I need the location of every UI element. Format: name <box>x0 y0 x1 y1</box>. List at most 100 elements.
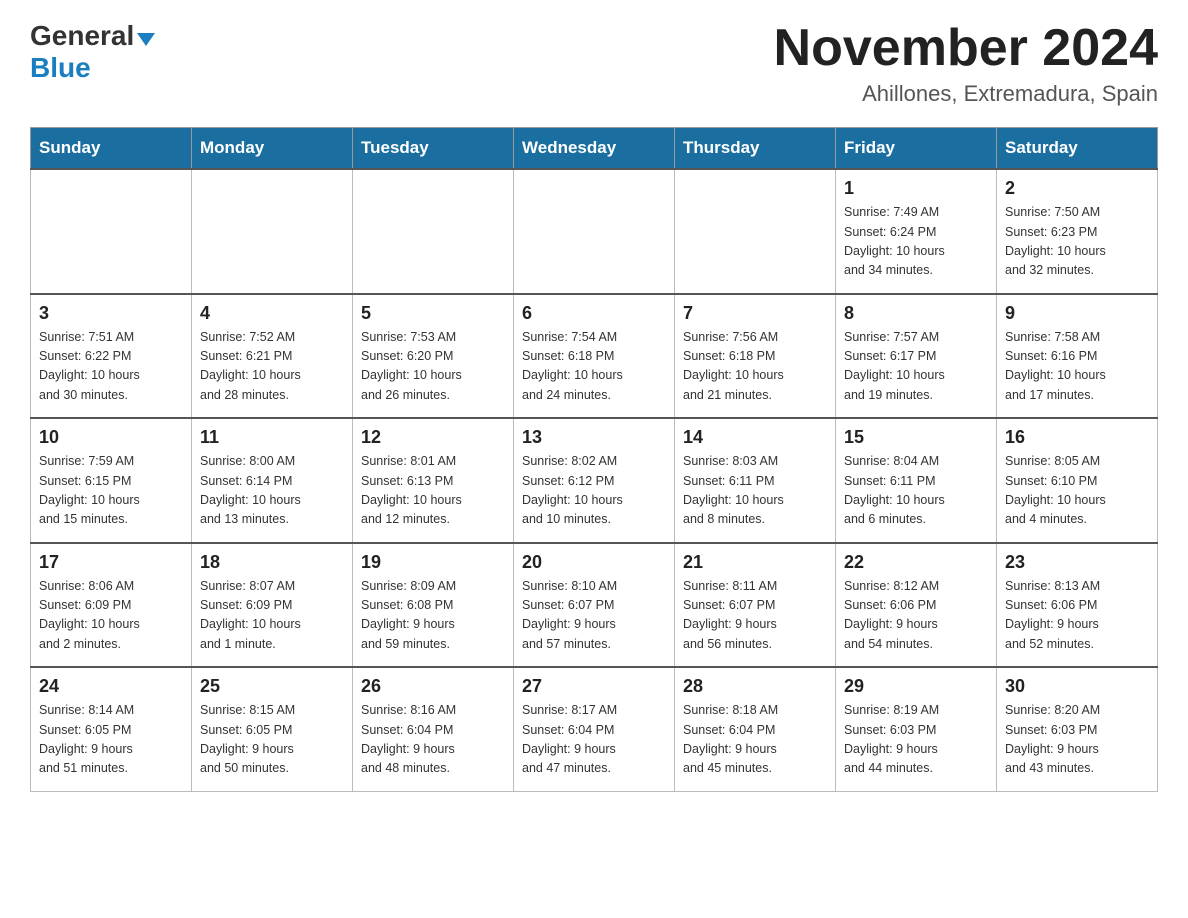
week-row-4: 17 Sunrise: 8:06 AMSunset: 6:09 PMDayligh… <box>31 543 1158 668</box>
day-info-9: Sunrise: 7:58 AMSunset: 6:16 PMDaylight:… <box>1005 328 1149 406</box>
day-cell-27: 27Sunrise: 8:17 AMSunset: 6:04 PMDayligh… <box>514 667 675 791</box>
day-number-6: 6 <box>522 303 666 324</box>
day-number-12: 12 <box>361 427 505 448</box>
day-number-26: 26 <box>361 676 505 697</box>
day-cell-12: 12 Sunrise: 8:01 AMSunset: 6:13 PMDayligh… <box>353 418 514 543</box>
column-header-friday: Friday <box>836 128 997 170</box>
logo-triangle-icon <box>137 33 155 46</box>
day-cell-13: 13 Sunrise: 8:02 AMSunset: 6:12 PMDayligh… <box>514 418 675 543</box>
day-info-27: Sunrise: 8:17 AMSunset: 6:04 PMDaylight:… <box>522 701 666 779</box>
day-cell-9: 9 Sunrise: 7:58 AMSunset: 6:16 PMDaylight… <box>997 294 1158 419</box>
day-cell-17: 17 Sunrise: 8:06 AMSunset: 6:09 PMDayligh… <box>31 543 192 668</box>
column-header-saturday: Saturday <box>997 128 1158 170</box>
day-cell-1: 1 Sunrise: 7:49 AMSunset: 6:24 PMDaylight… <box>836 169 997 294</box>
day-info-17: Sunrise: 8:06 AMSunset: 6:09 PMDaylight:… <box>39 577 183 655</box>
column-header-thursday: Thursday <box>675 128 836 170</box>
page-header: General Blue November 2024 Ahillones, Ex… <box>30 20 1158 107</box>
week-row-3: 10 Sunrise: 7:59 AMSunset: 6:15 PMDayligh… <box>31 418 1158 543</box>
day-info-3: Sunrise: 7:51 AMSunset: 6:22 PMDaylight:… <box>39 328 183 406</box>
day-number-10: 10 <box>39 427 183 448</box>
day-info-10: Sunrise: 7:59 AMSunset: 6:15 PMDaylight:… <box>39 452 183 530</box>
day-cell-11: 11 Sunrise: 8:00 AMSunset: 6:14 PMDayligh… <box>192 418 353 543</box>
day-info-28: Sunrise: 8:18 AMSunset: 6:04 PMDaylight:… <box>683 701 827 779</box>
day-number-8: 8 <box>844 303 988 324</box>
day-cell-4: 4 Sunrise: 7:52 AMSunset: 6:21 PMDaylight… <box>192 294 353 419</box>
day-number-5: 5 <box>361 303 505 324</box>
day-number-23: 23 <box>1005 552 1149 573</box>
empty-cell <box>192 169 353 294</box>
day-cell-24: 24 Sunrise: 8:14 AMSunset: 6:05 PMDayligh… <box>31 667 192 791</box>
empty-cell <box>514 169 675 294</box>
day-number-4: 4 <box>200 303 344 324</box>
day-info-21: Sunrise: 8:11 AMSunset: 6:07 PMDaylight:… <box>683 577 827 655</box>
day-info-4: Sunrise: 7:52 AMSunset: 6:21 PMDaylight:… <box>200 328 344 406</box>
day-cell-3: 3Sunrise: 7:51 AMSunset: 6:22 PMDaylight… <box>31 294 192 419</box>
day-info-8: Sunrise: 7:57 AMSunset: 6:17 PMDaylight:… <box>844 328 988 406</box>
day-info-7: Sunrise: 7:56 AMSunset: 6:18 PMDaylight:… <box>683 328 827 406</box>
week-row-1: 1 Sunrise: 7:49 AMSunset: 6:24 PMDaylight… <box>31 169 1158 294</box>
day-cell-5: 5 Sunrise: 7:53 AMSunset: 6:20 PMDaylight… <box>353 294 514 419</box>
day-info-6: Sunrise: 7:54 AMSunset: 6:18 PMDaylight:… <box>522 328 666 406</box>
day-info-24: Sunrise: 8:14 AMSunset: 6:05 PMDaylight:… <box>39 701 183 779</box>
day-cell-7: 7 Sunrise: 7:56 AMSunset: 6:18 PMDaylight… <box>675 294 836 419</box>
day-number-1: 1 <box>844 178 988 199</box>
logo-general-text: General <box>30 20 134 52</box>
empty-cell <box>353 169 514 294</box>
day-info-29: Sunrise: 8:19 AMSunset: 6:03 PMDaylight:… <box>844 701 988 779</box>
header-row: SundayMondayTuesdayWednesdayThursdayFrid… <box>31 128 1158 170</box>
day-number-13: 13 <box>522 427 666 448</box>
week-row-5: 24 Sunrise: 8:14 AMSunset: 6:05 PMDayligh… <box>31 667 1158 791</box>
day-cell-26: 26 Sunrise: 8:16 AMSunset: 6:04 PMDayligh… <box>353 667 514 791</box>
day-info-23: Sunrise: 8:13 AMSunset: 6:06 PMDaylight:… <box>1005 577 1149 655</box>
day-info-13: Sunrise: 8:02 AMSunset: 6:12 PMDaylight:… <box>522 452 666 530</box>
day-cell-10: 10 Sunrise: 7:59 AMSunset: 6:15 PMDayligh… <box>31 418 192 543</box>
day-info-20: Sunrise: 8:10 AMSunset: 6:07 PMDaylight:… <box>522 577 666 655</box>
day-cell-29: 29 Sunrise: 8:19 AMSunset: 6:03 PMDayligh… <box>836 667 997 791</box>
day-info-26: Sunrise: 8:16 AMSunset: 6:04 PMDaylight:… <box>361 701 505 779</box>
day-number-19: 19 <box>361 552 505 573</box>
title-section: November 2024 Ahillones, Extremadura, Sp… <box>774 20 1158 107</box>
day-number-21: 21 <box>683 552 827 573</box>
column-header-sunday: Sunday <box>31 128 192 170</box>
day-info-30: Sunrise: 8:20 AMSunset: 6:03 PMDaylight:… <box>1005 701 1149 779</box>
empty-cell <box>675 169 836 294</box>
day-cell-20: 20Sunrise: 8:10 AMSunset: 6:07 PMDayligh… <box>514 543 675 668</box>
day-cell-22: 22Sunrise: 8:12 AMSunset: 6:06 PMDayligh… <box>836 543 997 668</box>
day-number-29: 29 <box>844 676 988 697</box>
day-cell-21: 21 Sunrise: 8:11 AMSunset: 6:07 PMDayligh… <box>675 543 836 668</box>
day-number-30: 30 <box>1005 676 1149 697</box>
day-info-11: Sunrise: 8:00 AMSunset: 6:14 PMDaylight:… <box>200 452 344 530</box>
day-number-28: 28 <box>683 676 827 697</box>
day-cell-25: 25 Sunrise: 8:15 AMSunset: 6:05 PMDayligh… <box>192 667 353 791</box>
location: Ahillones, Extremadura, Spain <box>774 81 1158 107</box>
day-number-11: 11 <box>200 427 344 448</box>
day-cell-28: 28 Sunrise: 8:18 AMSunset: 6:04 PMDayligh… <box>675 667 836 791</box>
week-row-2: 3Sunrise: 7:51 AMSunset: 6:22 PMDaylight… <box>31 294 1158 419</box>
day-number-22: 22 <box>844 552 988 573</box>
day-info-12: Sunrise: 8:01 AMSunset: 6:13 PMDaylight:… <box>361 452 505 530</box>
day-info-15: Sunrise: 8:04 AMSunset: 6:11 PMDaylight:… <box>844 452 988 530</box>
column-header-wednesday: Wednesday <box>514 128 675 170</box>
day-info-16: Sunrise: 8:05 AMSunset: 6:10 PMDaylight:… <box>1005 452 1149 530</box>
day-number-7: 7 <box>683 303 827 324</box>
day-number-9: 9 <box>1005 303 1149 324</box>
day-number-2: 2 <box>1005 178 1149 199</box>
day-number-14: 14 <box>683 427 827 448</box>
day-cell-18: 18Sunrise: 8:07 AMSunset: 6:09 PMDayligh… <box>192 543 353 668</box>
day-info-1: Sunrise: 7:49 AMSunset: 6:24 PMDaylight:… <box>844 203 988 281</box>
day-info-25: Sunrise: 8:15 AMSunset: 6:05 PMDaylight:… <box>200 701 344 779</box>
day-info-19: Sunrise: 8:09 AMSunset: 6:08 PMDaylight:… <box>361 577 505 655</box>
column-header-monday: Monday <box>192 128 353 170</box>
day-cell-2: 2 Sunrise: 7:50 AMSunset: 6:23 PMDaylight… <box>997 169 1158 294</box>
day-info-5: Sunrise: 7:53 AMSunset: 6:20 PMDaylight:… <box>361 328 505 406</box>
day-number-24: 24 <box>39 676 183 697</box>
day-cell-14: 14Sunrise: 8:03 AMSunset: 6:11 PMDayligh… <box>675 418 836 543</box>
empty-cell <box>31 169 192 294</box>
day-cell-15: 15Sunrise: 8:04 AMSunset: 6:11 PMDayligh… <box>836 418 997 543</box>
day-info-2: Sunrise: 7:50 AMSunset: 6:23 PMDaylight:… <box>1005 203 1149 281</box>
column-header-tuesday: Tuesday <box>353 128 514 170</box>
day-cell-23: 23 Sunrise: 8:13 AMSunset: 6:06 PMDayligh… <box>997 543 1158 668</box>
day-number-25: 25 <box>200 676 344 697</box>
day-number-17: 17 <box>39 552 183 573</box>
day-cell-6: 6 Sunrise: 7:54 AMSunset: 6:18 PMDaylight… <box>514 294 675 419</box>
